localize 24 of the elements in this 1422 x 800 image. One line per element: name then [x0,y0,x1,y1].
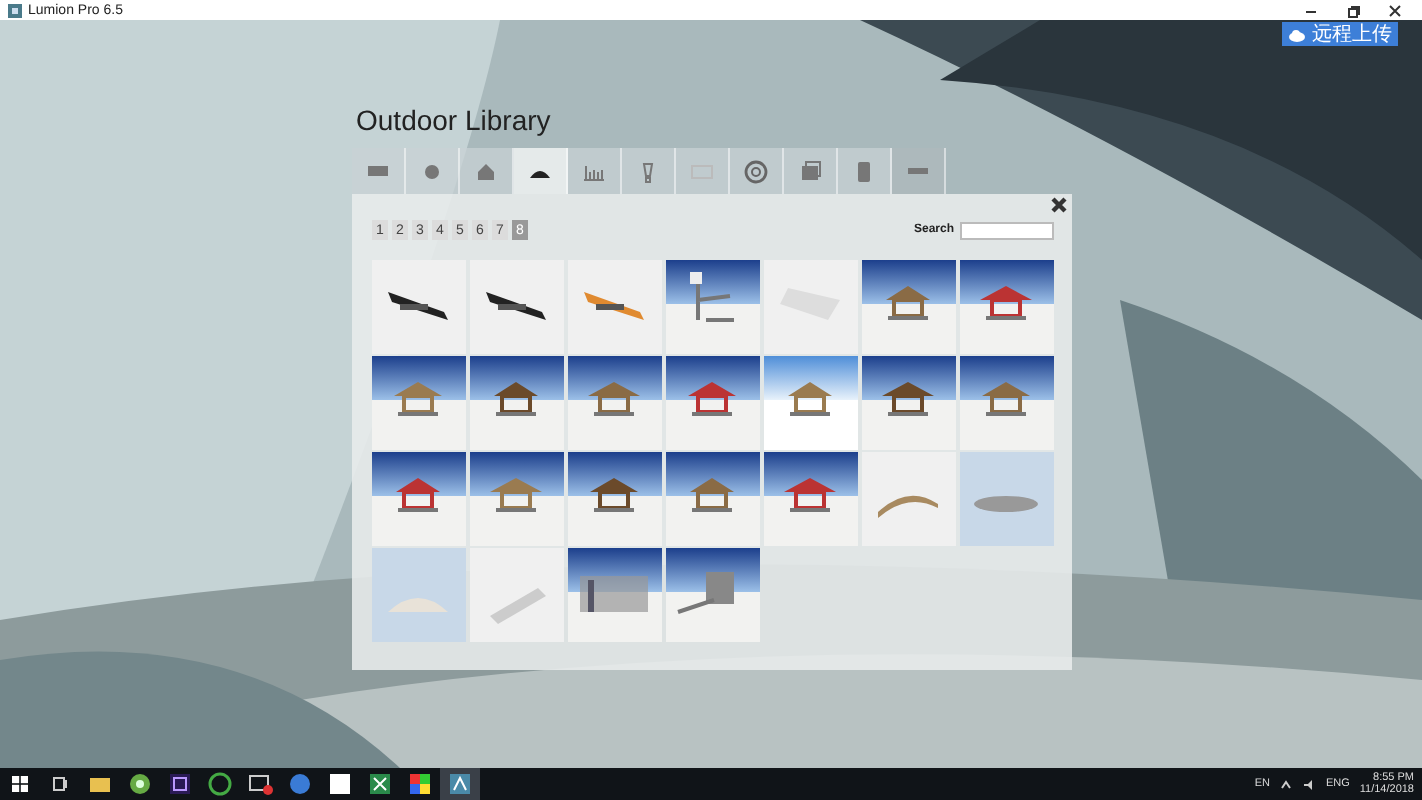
close-icon[interactable] [1388,3,1402,17]
upload-button[interactable]: 远程上传 [1282,22,1398,46]
puzzle-icon[interactable] [406,770,434,798]
library-title: Outdoor Library [356,104,551,136]
square-app-icon[interactable] [166,770,194,798]
caret-icon[interactable] [1279,779,1292,789]
scene-app-icon[interactable] [446,770,474,798]
search-field[interactable] [960,221,1054,239]
disc-icon[interactable] [126,770,154,798]
stack-icon [796,157,824,185]
task-view-icon[interactable] [51,776,69,792]
restore-icon[interactable] [1346,3,1360,17]
windows-start-icon[interactable] [12,776,28,792]
sheet-icon[interactable] [366,770,394,798]
ring-app-icon[interactable] [206,770,234,798]
close-icon[interactable] [1050,196,1068,214]
cloud-icon [1288,27,1306,41]
ring-icon [742,157,770,185]
monitor-icon[interactable] [246,770,274,798]
speaker-icon[interactable] [1301,777,1316,791]
bar-icon [908,168,928,174]
category-tab[interactable] [514,148,568,194]
app-icon [8,3,22,17]
page-icon[interactable] [326,770,354,798]
